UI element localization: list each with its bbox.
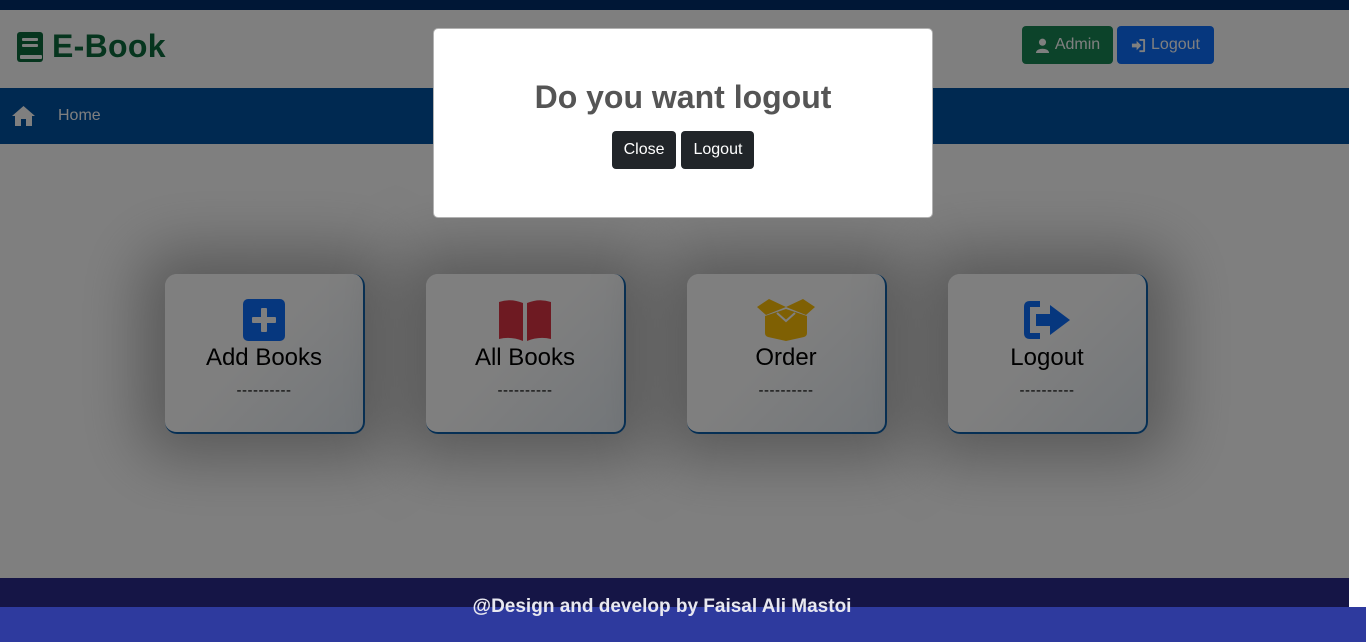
modal-title: Do you want logout xyxy=(534,79,832,115)
modal-logout-button[interactable]: Logout xyxy=(681,131,755,169)
modal-actions: Close Logout xyxy=(434,131,932,169)
logout-modal: Do you want logout Close Logout xyxy=(433,28,933,218)
footer-credit: @Design and develop by Faisal Ali Mastoi xyxy=(0,596,1349,618)
modal-close-button[interactable]: Close xyxy=(611,131,677,169)
footer-credit-text: @Design and develop by Faisal Ali Mastoi xyxy=(472,596,852,617)
